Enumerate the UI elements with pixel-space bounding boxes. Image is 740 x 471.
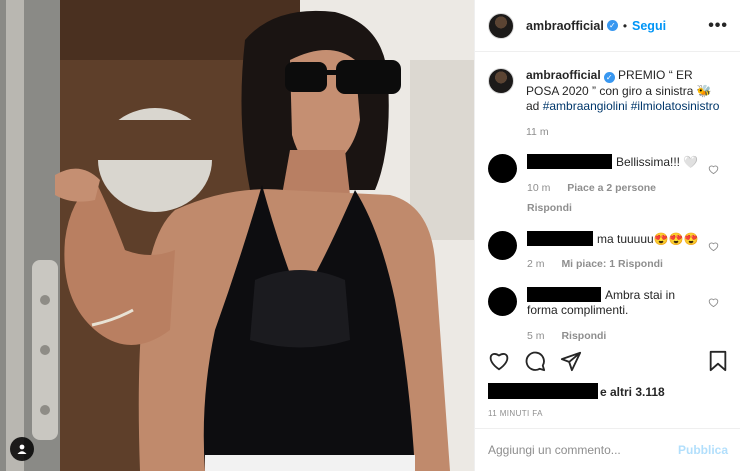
redacted-liker [488,383,598,399]
publish-button[interactable]: Pubblica [678,443,728,457]
post-caption: ambraofficial ✓ PREMIO “ ER POSA 2020 ” c… [488,68,727,140]
follow-button[interactable]: Segui [632,19,666,33]
comments-list[interactable]: ambraofficial ✓ PREMIO “ ER POSA 2020 ” c… [475,52,740,346]
comment-meta: 10 m Piace a 2 persone [527,181,705,197]
post-sidebar: ambraofficial ✓ • Segui ••• ambraofficia… [474,0,740,471]
reply-button[interactable]: Rispondi [561,330,606,342]
likes-count: e altri 3.118 [600,385,665,399]
verified-badge-icon: ✓ [603,72,615,84]
comment-like-icon[interactable] [708,297,719,308]
caption-hashtags[interactable]: #ambraangiolini #ilmiolatosinistro [543,99,720,113]
comment-time: 10 m [527,181,551,194]
comment-like-icon[interactable] [708,241,719,252]
comment-body: ma tuuuuu😍😍😍 2 m Mi piace: 1 Rispondi [527,230,705,273]
likes-summary[interactable]: e altri 3.118 [488,383,665,399]
comment-body: Ambra stai in forma complimenti. 5 m Ris… [527,286,705,345]
redacted-username [527,230,593,246]
action-bar [488,350,728,378]
post-photo[interactable] [0,0,474,471]
heart-icon[interactable] [488,350,510,372]
comment-likes[interactable]: Piace a 2 persone [567,182,656,194]
comment-input[interactable] [488,443,668,457]
caption-username[interactable]: ambraofficial [526,68,601,82]
caption-avatar[interactable] [488,68,514,94]
photo-illustration [0,0,474,471]
commenter-avatar[interactable] [488,230,517,260]
comment-time: 2 m [527,258,545,270]
verified-badge-icon: ✓ [606,20,618,31]
comment-item: Bellissima!!! 🤍 10 m Piace a 2 persone R… [488,154,727,217]
comment-text: ma tuuuuu😍😍😍 [597,231,699,246]
comment-text: Bellissima!!! 🤍 [616,155,699,169]
redacted-username [527,286,601,302]
post-timestamp: 11 MINUTI FA [488,409,543,418]
header-separator: • [622,18,628,33]
comment-meta: 5 m Rispondi [527,329,705,345]
comment-icon[interactable] [524,350,546,372]
commenter-avatar[interactable] [488,286,517,316]
comment-item: Ambra stai in forma complimenti. 5 m Ris… [488,286,727,345]
more-options-icon[interactable]: ••• [708,17,728,35]
reply-button[interactable]: Rispondi [618,258,663,270]
add-comment-bar: Pubblica [475,428,740,471]
post-header: ambraofficial ✓ • Segui ••• [475,0,740,52]
caption-body: ambraofficial ✓ PREMIO “ ER POSA 2020 ” c… [526,68,727,140]
share-icon[interactable] [560,350,582,372]
comment-like-icon[interactable] [708,164,719,175]
commenter-avatar[interactable] [488,154,517,183]
author-username[interactable]: ambraofficial [526,19,604,33]
author-avatar[interactable] [488,12,514,39]
comment-time: 5 m [527,329,545,342]
comment-likes[interactable]: Mi piace: 1 [561,258,615,270]
caption-meta: 11 m [526,125,727,141]
comment-item: ma tuuuuu😍😍😍 2 m Mi piace: 1 Rispondi [488,230,727,273]
reply-button[interactable]: Rispondi [527,202,572,214]
tagged-user-icon[interactable] [10,437,34,461]
comment-reply-row: Rispondi [527,201,705,217]
comment-body: Bellissima!!! 🤍 10 m Piace a 2 persone R… [527,154,705,217]
caption-time: 11 m [526,125,549,138]
redacted-username [527,154,612,169]
comment-meta: 2 m Mi piace: 1 Rispondi [527,257,705,273]
bookmark-icon[interactable] [708,350,728,372]
